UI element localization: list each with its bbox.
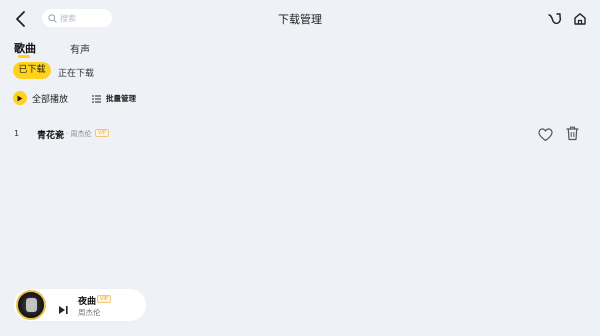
filter-downloading[interactable]: 正在下载 (58, 66, 94, 79)
now-playing-title: 夜曲 (78, 297, 97, 307)
album-art (26, 298, 37, 312)
play-circle-icon (13, 91, 27, 105)
filter-downloaded[interactable]: 已下载 (13, 62, 51, 79)
play-all-button[interactable]: 全部播放 (13, 91, 68, 105)
music-bird-button[interactable] (547, 11, 563, 27)
search-icon (48, 13, 57, 23)
home-icon (574, 13, 586, 25)
now-playing-vip-badge: VIP (97, 295, 111, 303)
list-manage-icon (92, 95, 101, 102)
back-button[interactable] (12, 9, 30, 29)
favorite-button[interactable] (538, 127, 553, 142)
tab-audio[interactable]: 有声 (70, 41, 90, 56)
mini-player[interactable]: 夜曲 VIP 周杰伦 (14, 289, 146, 321)
vip-badge: VIP (95, 129, 109, 137)
play-pause-icon (59, 306, 68, 314)
trash-icon (566, 126, 579, 141)
active-tab-indicator (18, 55, 30, 58)
music-bird-icon (548, 13, 562, 25)
batch-manage-label: 批量管理 (106, 94, 136, 103)
delete-button[interactable] (566, 126, 579, 141)
tab-songs[interactable]: 歌曲 (14, 40, 36, 56)
song-row[interactable]: 1 青花瓷 · 周杰伦 VIP (0, 124, 600, 144)
page-title: 下载管理 (278, 13, 322, 26)
play-all-label: 全部播放 (32, 94, 69, 105)
song-artist: · 周杰伦 (66, 130, 92, 138)
album-cover[interactable] (16, 290, 46, 320)
home-button[interactable] (572, 11, 588, 27)
player-play-button[interactable] (58, 300, 68, 319)
batch-manage-button[interactable]: 批量管理 (92, 93, 136, 104)
search-placeholder: 搜索 (60, 13, 76, 23)
chevron-left-icon (16, 11, 25, 27)
search-input[interactable]: 搜索 (42, 9, 112, 27)
song-title: 青花瓷 (37, 131, 65, 141)
now-playing-artist: 周杰伦 (78, 308, 101, 317)
heart-icon (538, 128, 553, 142)
song-index: 1 (14, 129, 20, 138)
